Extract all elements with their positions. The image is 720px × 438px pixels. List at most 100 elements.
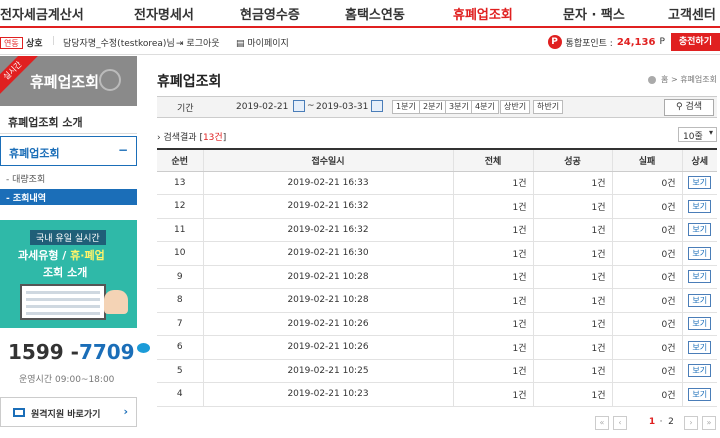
next-page-button[interactable]: › bbox=[684, 416, 698, 430]
cell-date: 2019-02-21 10:26 bbox=[202, 335, 453, 360]
cell-fail: 0건 bbox=[611, 335, 682, 360]
table-row: 9 2019-02-21 10:28 1건 1건 0건 보기 bbox=[157, 265, 717, 289]
cell-success: 1건 bbox=[532, 359, 612, 383]
quick-q3-button[interactable]: 3분기 bbox=[445, 100, 473, 114]
support-hours: 운영시간 09:00~18:00 bbox=[19, 375, 115, 385]
history-table: 순번 접수일시 전체 성공 실패 상세 13 2019-02-21 16:33 1건… bbox=[157, 148, 717, 407]
cell-detail: 보기 bbox=[681, 288, 717, 313]
monitor-illustration-icon bbox=[20, 284, 106, 320]
home-icon[interactable] bbox=[648, 75, 657, 84]
sidebar: 실시간 휴폐업조회 휴폐업조회 소개 휴폐업조회 − - 대량조회 - 조회내역… bbox=[0, 56, 150, 438]
collapse-icon[interactable]: − bbox=[118, 143, 128, 157]
col-header: 실패 bbox=[611, 148, 682, 172]
nav-sms-fax[interactable]: 문자 · 팩스 bbox=[563, 4, 625, 23]
quick-q4-button[interactable]: 4분기 bbox=[471, 100, 499, 114]
chevron-down-icon: ▾ bbox=[708, 128, 713, 137]
table-row: 10 2019-02-21 16:30 1건 1건 0건 보기 bbox=[157, 241, 717, 266]
view-button[interactable]: 보기 bbox=[688, 340, 712, 354]
cell-total: 1건 bbox=[452, 312, 533, 336]
remote-support-button[interactable]: 원격지원 바로가기 › bbox=[0, 397, 137, 427]
nav-tax-invoice[interactable]: 전자세금계산서 bbox=[0, 4, 84, 23]
sidebar-banner: 실시간 휴폐업조회 bbox=[0, 56, 137, 106]
search-button-label: 검색 bbox=[685, 102, 703, 112]
promo-banner[interactable]: 국내 유일 실시간 과세유형 / 휴·폐업 조회 소개 bbox=[0, 220, 137, 328]
calendar-icon[interactable] bbox=[293, 100, 305, 112]
view-button[interactable]: 보기 bbox=[688, 223, 712, 237]
page-size-value: 10줄 bbox=[683, 132, 703, 142]
point-label: 통합포인트 : bbox=[565, 38, 613, 49]
page-size-select[interactable]: 10줄 ▾ bbox=[678, 127, 717, 142]
top-navigation: 전자세금계산서 전자명세서 현금영수증 홈택스연동 휴폐업조회 문자 · 팩스 … bbox=[0, 0, 720, 28]
cell-detail: 보기 bbox=[681, 312, 717, 336]
prev-page-button[interactable]: ‹ bbox=[613, 416, 627, 430]
cell-fail: 0건 bbox=[611, 194, 682, 219]
last-page-button[interactable]: » bbox=[702, 416, 716, 430]
cell-date: 2019-02-21 10:26 bbox=[202, 312, 453, 336]
quick-q2-button[interactable]: 2분기 bbox=[419, 100, 447, 114]
cell-total: 1건 bbox=[452, 335, 533, 360]
monitor-icon bbox=[13, 408, 25, 417]
result-prefix: › 검색결과 [ bbox=[157, 133, 203, 143]
search-button[interactable]: ⚲ 검색 bbox=[664, 99, 714, 116]
sidebar-item-intro[interactable]: 휴폐업조회 소개 bbox=[0, 106, 137, 134]
cell-success: 1건 bbox=[532, 288, 612, 313]
breadcrumb-current: 휴폐업조회 bbox=[680, 75, 717, 84]
view-button[interactable]: 보기 bbox=[688, 387, 712, 401]
cell-date: 2019-02-21 16:32 bbox=[202, 218, 453, 242]
cell-no: 11 bbox=[157, 218, 203, 242]
cell-total: 1건 bbox=[452, 265, 533, 289]
phone-suffix: 7709 bbox=[78, 340, 135, 364]
linked-badge: 연동 bbox=[0, 37, 23, 49]
quick-h2-button[interactable]: 하반기 bbox=[533, 100, 564, 114]
mypage-link[interactable]: ▤ 마이페이지 bbox=[236, 36, 289, 49]
cell-total: 1건 bbox=[452, 171, 533, 195]
view-button[interactable]: 보기 bbox=[688, 199, 712, 213]
point-unit: P bbox=[659, 37, 665, 47]
promo-line1: 국내 유일 실시간 bbox=[30, 230, 106, 245]
view-button[interactable]: 보기 bbox=[688, 176, 712, 190]
sidebar-subitem-bulk[interactable]: - 대량조회 bbox=[6, 172, 45, 185]
cell-date: 2019-02-21 10:28 bbox=[202, 288, 453, 313]
view-button[interactable]: 보기 bbox=[688, 364, 712, 378]
cell-detail: 보기 bbox=[681, 265, 717, 289]
page-title: 휴폐업조회 bbox=[157, 74, 222, 90]
cell-total: 1건 bbox=[452, 218, 533, 242]
cell-total: 1건 bbox=[452, 382, 533, 407]
calendar-icon[interactable] bbox=[371, 100, 383, 112]
sidebar-subitem-history[interactable]: - 조회내역 bbox=[0, 189, 137, 205]
cell-no: 5 bbox=[157, 359, 203, 383]
first-page-button[interactable]: « bbox=[595, 416, 609, 430]
breadcrumb: 홈 > 휴폐업조회 bbox=[648, 74, 717, 85]
breadcrumb-home[interactable]: 홈 bbox=[661, 75, 668, 84]
result-count: › 검색결과 [13건] bbox=[157, 130, 226, 143]
logout-link[interactable]: ⇥ 로그아웃 bbox=[176, 36, 220, 49]
cell-fail: 0건 bbox=[611, 171, 682, 195]
nav-hometax[interactable]: 홈택스연동 bbox=[345, 4, 405, 23]
nav-support[interactable]: 고객센터 bbox=[668, 4, 716, 23]
view-button[interactable]: 보기 bbox=[688, 246, 712, 260]
clock-icon bbox=[99, 69, 121, 91]
page-2[interactable]: 2 bbox=[664, 416, 678, 430]
nav-statement[interactable]: 전자명세서 bbox=[134, 4, 194, 23]
cell-total: 1건 bbox=[452, 241, 533, 266]
charge-button[interactable]: 충전하기 bbox=[670, 33, 720, 51]
quick-h1-button[interactable]: 상반기 bbox=[500, 100, 531, 114]
cell-detail: 보기 bbox=[681, 359, 717, 383]
view-button[interactable]: 보기 bbox=[688, 293, 712, 307]
nav-cash-receipt[interactable]: 현금영수증 bbox=[240, 4, 300, 23]
quick-q1-button[interactable]: 1분기 bbox=[392, 100, 420, 114]
view-button[interactable]: 보기 bbox=[688, 270, 712, 284]
nav-closure-lookup[interactable]: 휴폐업조회 bbox=[453, 4, 513, 23]
company-label: 상호 bbox=[26, 39, 43, 49]
document-icon: ▤ bbox=[236, 39, 245, 49]
table-row: 6 2019-02-21 10:26 1건 1건 0건 보기 bbox=[157, 335, 717, 360]
cell-date: 2019-02-21 10:25 bbox=[202, 359, 453, 383]
cell-fail: 0건 bbox=[611, 312, 682, 336]
cell-detail: 보기 bbox=[681, 218, 717, 242]
view-button[interactable]: 보기 bbox=[688, 317, 712, 331]
cell-fail: 0건 bbox=[611, 241, 682, 266]
sidebar-item-lookup[interactable]: 휴폐업조회 − bbox=[0, 136, 137, 166]
table-row: 8 2019-02-21 10:28 1건 1건 0건 보기 bbox=[157, 288, 717, 313]
promo-line2-text: 과세유형 / bbox=[18, 249, 71, 262]
table-row: 11 2019-02-21 16:32 1건 1건 0건 보기 bbox=[157, 218, 717, 242]
